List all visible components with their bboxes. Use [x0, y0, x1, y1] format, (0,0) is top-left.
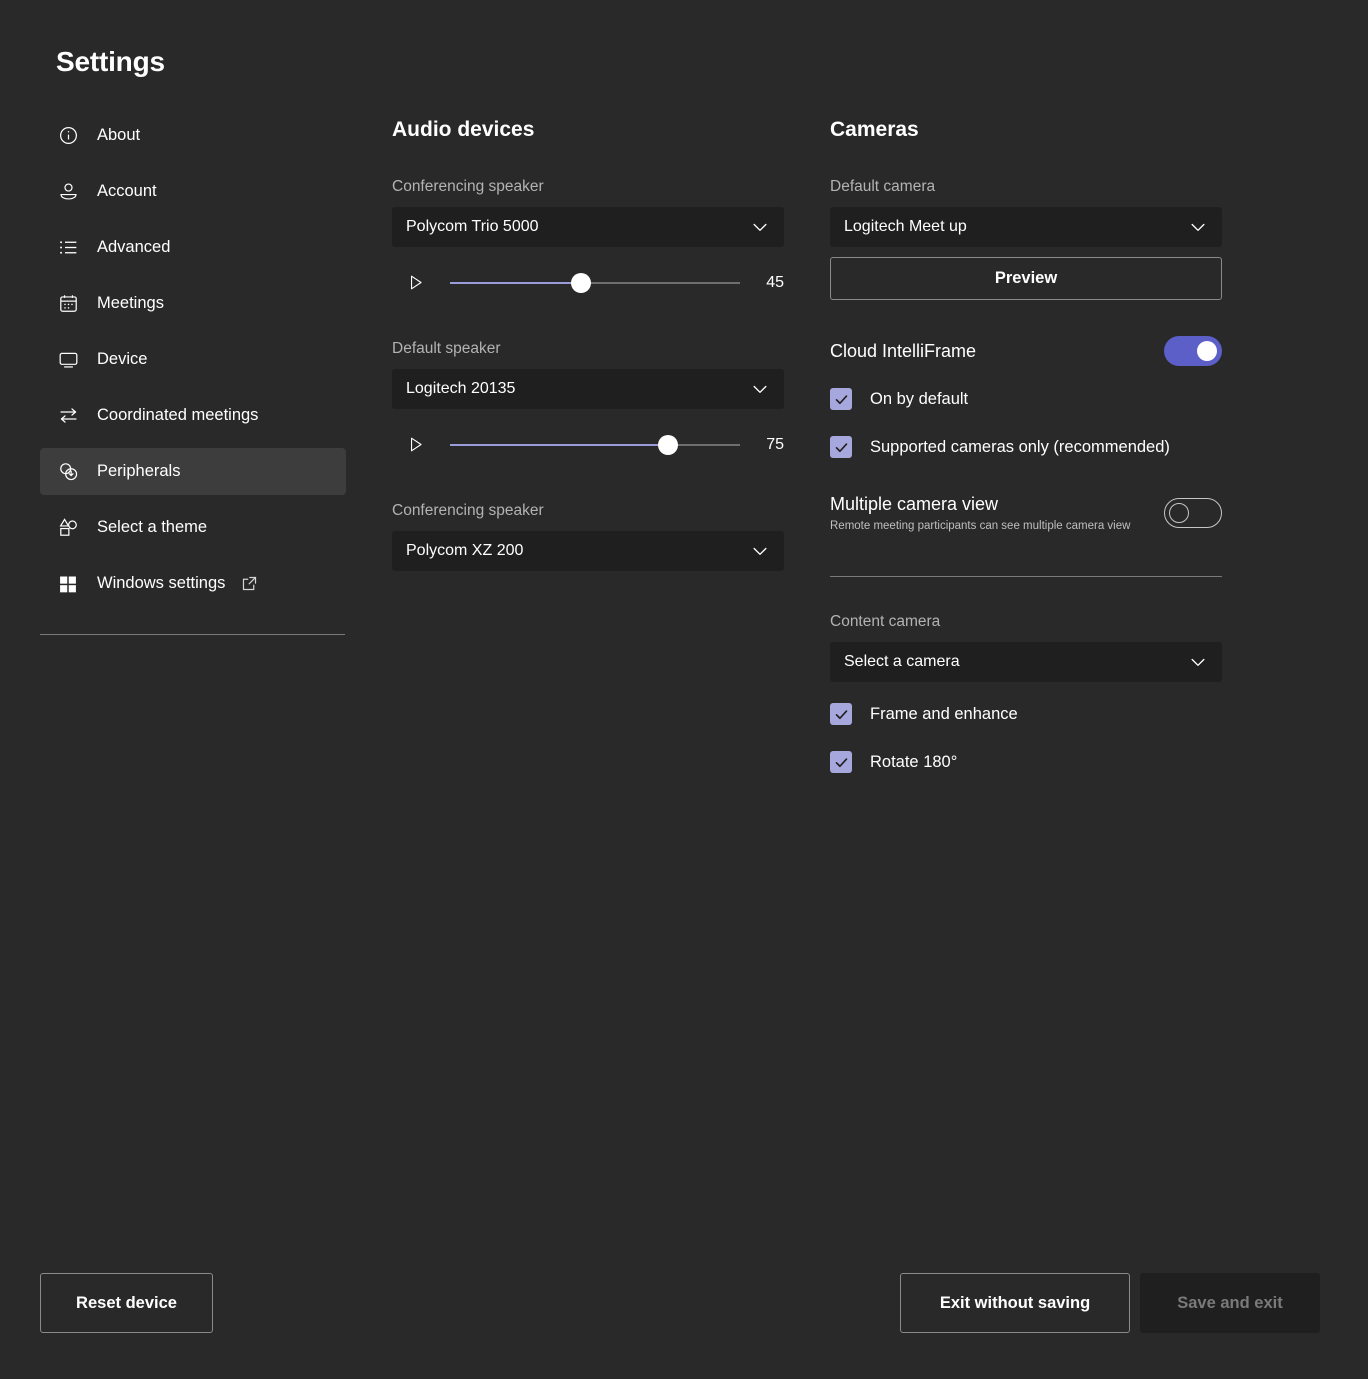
- calendar-icon: [57, 293, 79, 315]
- checkbox-checked-icon[interactable]: [830, 751, 852, 773]
- peripherals-circles-icon: [57, 461, 79, 483]
- default-speaker-label: Default speaker: [392, 340, 501, 357]
- shapes-theme-icon: [57, 517, 79, 539]
- multiple-camera-view-label: Multiple camera view: [830, 494, 999, 514]
- external-link-icon: [241, 575, 258, 592]
- rotate-180-label: Rotate 180°: [870, 752, 958, 771]
- chevron-down-icon: [750, 541, 770, 561]
- multiple-camera-view-row: Multiple camera view Remote meeting part…: [830, 494, 1222, 532]
- cloud-intelliframe-row: Cloud IntelliFrame: [830, 336, 1222, 366]
- conferencing-speaker-volume-row: 45: [392, 263, 784, 303]
- frame-and-enhance-checkbox-row[interactable]: Frame and enhance: [830, 703, 1222, 725]
- sidebar-item-windows-settings[interactable]: Windows settings: [40, 560, 346, 607]
- default-speaker-dropdown[interactable]: Logitech 20135: [392, 369, 784, 409]
- sidebar-item-label: Peripherals: [97, 462, 181, 480]
- reset-device-button[interactable]: Reset device: [40, 1273, 213, 1333]
- slider-thumb[interactable]: [657, 435, 678, 455]
- conferencing-speaker-dropdown[interactable]: Polycom Trio 5000: [392, 207, 784, 247]
- sidebar-item-label: Coordinated meetings: [97, 406, 259, 424]
- cloud-intelliframe-label: Cloud IntelliFrame: [830, 340, 977, 361]
- default-speaker-volume-value: 75: [766, 436, 784, 453]
- multiple-camera-view-toggle[interactable]: [1164, 498, 1222, 528]
- windows-logo-icon: [57, 573, 79, 595]
- rotate-180-checkbox-row[interactable]: Rotate 180°: [830, 751, 1222, 773]
- chevron-down-icon: [1188, 652, 1208, 672]
- sidebar-nav: About Account Advanced Meetings Device C…: [40, 112, 346, 616]
- sidebar-item-label: Select a theme: [97, 518, 208, 536]
- chevron-down-icon: [750, 217, 770, 237]
- conferencing-speaker-2-dropdown[interactable]: Polycom XZ 200: [392, 531, 784, 571]
- on-by-default-checkbox-row[interactable]: On by default: [830, 388, 1222, 410]
- checkbox-checked-icon[interactable]: [830, 436, 852, 458]
- default-camera-dropdown[interactable]: Logitech Meet up: [830, 207, 1222, 247]
- sidebar-item-advanced[interactable]: Advanced: [40, 224, 346, 271]
- account-person-icon: [57, 181, 79, 203]
- supported-cameras-only-checkbox-row[interactable]: Supported cameras only (recommended): [830, 436, 1222, 458]
- play-test-audio-icon[interactable]: [406, 273, 426, 293]
- default-speaker-volume-row: 75: [392, 425, 784, 465]
- default-speaker-value: Logitech 20135: [406, 380, 516, 397]
- default-camera-value: Logitech Meet up: [844, 218, 967, 235]
- toggle-knob: [1197, 341, 1217, 361]
- frame-and-enhance-label: Frame and enhance: [870, 704, 1018, 723]
- sidebar-item-label: Account: [97, 182, 157, 200]
- content-camera-value: Select a camera: [844, 653, 960, 670]
- conferencing-speaker-volume-value: 45: [766, 274, 784, 291]
- sidebar-divider: [40, 634, 345, 635]
- conferencing-speaker-label: Conferencing speaker: [392, 178, 544, 195]
- cameras-heading: Cameras: [830, 118, 919, 141]
- chevron-down-icon: [750, 379, 770, 399]
- audio-devices-column: Audio devices Conferencing speaker Polyc…: [392, 118, 784, 571]
- arrows-swap-icon: [57, 405, 79, 427]
- list-icon: [57, 237, 79, 259]
- supported-cameras-only-label: Supported cameras only (recommended): [870, 437, 1170, 456]
- info-circle-icon: [57, 125, 79, 147]
- settings-window: Settings About Account Advanced Meetings…: [0, 0, 1368, 1379]
- content-camera-label: Content camera: [830, 613, 941, 630]
- toggle-knob: [1169, 503, 1189, 523]
- checkbox-checked-icon[interactable]: [830, 703, 852, 725]
- sidebar-item-label: Advanced: [97, 238, 171, 256]
- on-by-default-label: On by default: [870, 389, 969, 408]
- sidebar-item-label: Device: [97, 350, 148, 368]
- play-test-audio-icon[interactable]: [406, 435, 426, 455]
- checkbox-checked-icon[interactable]: [830, 388, 852, 410]
- sidebar-item-meetings[interactable]: Meetings: [40, 280, 346, 327]
- preview-button[interactable]: Preview: [830, 257, 1222, 300]
- sidebar-item-label: About: [97, 126, 141, 144]
- content-camera-dropdown[interactable]: Select a camera: [830, 642, 1222, 682]
- conferencing-speaker-2-value: Polycom XZ 200: [406, 542, 524, 559]
- conferencing-speaker-volume-slider[interactable]: [450, 273, 740, 293]
- conferencing-speaker-2-label: Conferencing speaker: [392, 502, 544, 519]
- save-and-exit-button[interactable]: Save and exit: [1140, 1273, 1320, 1333]
- sidebar-item-label: Windows settings: [97, 574, 226, 592]
- default-speaker-volume-slider[interactable]: [450, 435, 740, 455]
- sidebar-item-label: Meetings: [97, 294, 164, 312]
- sidebar-item-peripherals[interactable]: Peripherals: [40, 448, 346, 495]
- chevron-down-icon: [1188, 217, 1208, 237]
- conferencing-speaker-value: Polycom Trio 5000: [406, 218, 539, 235]
- audio-devices-heading: Audio devices: [392, 118, 535, 141]
- sidebar-item-select-a-theme[interactable]: Select a theme: [40, 504, 346, 551]
- monitor-icon: [57, 349, 79, 371]
- cloud-intelliframe-toggle[interactable]: [1164, 336, 1222, 366]
- sidebar-item-coordinated-meetings[interactable]: Coordinated meetings: [40, 392, 346, 439]
- cameras-column: Cameras Default camera Logitech Meet up …: [830, 118, 1222, 773]
- page-title: Settings: [56, 46, 165, 77]
- sidebar-item-device[interactable]: Device: [40, 336, 346, 383]
- slider-thumb[interactable]: [570, 273, 591, 293]
- exit-without-saving-button[interactable]: Exit without saving: [900, 1273, 1130, 1333]
- sidebar-item-about[interactable]: About: [40, 112, 346, 159]
- multiple-camera-view-description: Remote meeting participants can see mult…: [830, 520, 1131, 532]
- sidebar-item-account[interactable]: Account: [40, 168, 346, 215]
- default-camera-label: Default camera: [830, 178, 936, 195]
